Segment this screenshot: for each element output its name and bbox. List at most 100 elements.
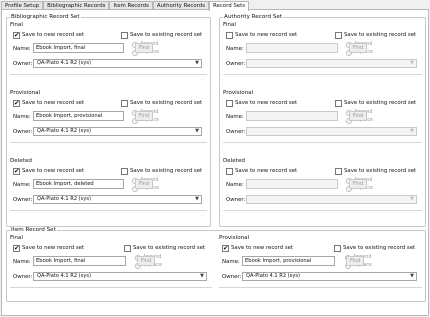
chevron-down-icon: ▼ xyxy=(410,273,414,279)
item-final-owner-value: QA-Plato 4.1 R2 (sys) xyxy=(37,273,91,279)
auth-provisional-name-input[interactable] xyxy=(246,111,338,121)
bib-provisional-divider xyxy=(10,142,207,143)
item-final-owner-select[interactable]: QA-Plato 4.1 R2 (sys) ▼ xyxy=(33,272,207,281)
bib-final-section: Final Save to new record set Save to exi… xyxy=(10,22,207,86)
bib-provisional-name-input[interactable]: Ebook Import, provisional xyxy=(33,111,124,121)
auth-final-name-input[interactable] xyxy=(246,43,338,53)
bib-group-title: Bibliographic Record Set xyxy=(10,14,81,21)
item-provisional-owner-select[interactable]: QA-Plato 4.1 R2 (sys) ▼ xyxy=(242,272,417,281)
bib-provisional-save-existing-label: Save to existing record set xyxy=(130,100,203,106)
item-final-save-existing-checkbox[interactable] xyxy=(124,245,131,252)
chevron-down-icon: ▼ xyxy=(410,60,414,66)
auth-provisional-section: Provisional Save to new record set Save … xyxy=(223,90,422,154)
item-final-owner-label: Owner: xyxy=(13,274,33,280)
item-provisional-name-label: Name: xyxy=(222,259,240,265)
auth-deleted-save-existing-label: Save to existing record set xyxy=(344,168,417,174)
auth-deleted-save-new-label: Save to new record set xyxy=(235,168,298,174)
auth-provisional-save-existing-checkbox[interactable] xyxy=(335,100,342,107)
bib-deleted-name-input[interactable]: Ebook Import, deleted xyxy=(33,179,124,189)
auth-deleted-owner-label: Owner: xyxy=(226,197,246,203)
bib-final-save-new-label: Save to new record set xyxy=(22,32,85,38)
bib-provisional-save-new-checkbox[interactable] xyxy=(13,99,20,107)
auth-provisional-owner-select[interactable]: ▼ xyxy=(246,127,417,136)
auth-provisional-owner-label: Owner: xyxy=(226,129,246,135)
bib-deleted-divider xyxy=(10,210,207,211)
auth-provisional-save-new-label: Save to new record set xyxy=(235,100,298,106)
bib-final-save-new-checkbox[interactable] xyxy=(13,31,20,39)
auth-provisional-title: Provisional xyxy=(223,90,254,96)
item-final-divider xyxy=(10,287,212,288)
bib-deleted-save-new-label: Save to new record set xyxy=(22,168,85,174)
auth-deleted-section: Deleted Save to new record set Save to e… xyxy=(223,158,422,222)
bib-deleted-save-existing-label: Save to existing record set xyxy=(130,168,203,174)
bib-deleted-save-existing-checkbox[interactable] xyxy=(121,168,128,175)
item-provisional-save-new-checkbox[interactable] xyxy=(222,244,229,252)
auth-final-save-new-checkbox[interactable] xyxy=(226,32,233,39)
auth-deleted-owner-select[interactable]: ▼ xyxy=(246,195,417,204)
auth-deleted-save-existing-checkbox[interactable] xyxy=(335,168,342,175)
item-provisional-section: Provisional Save to new record set Save … xyxy=(219,235,422,299)
chevron-down-icon: ▼ xyxy=(410,128,414,134)
auth-provisional-save-existing-label: Save to existing record set xyxy=(344,100,417,106)
item-final-name-label: Name: xyxy=(13,259,31,265)
chevron-down-icon: ▼ xyxy=(410,196,414,202)
auth-group-title: Authority Record Set xyxy=(223,14,283,21)
item-final-section: Final Save to new record set Save to exi… xyxy=(10,235,212,299)
bib-deleted-section: Deleted Save to new record set Save to e… xyxy=(10,158,207,222)
bib-deleted-save-new-checkbox[interactable] xyxy=(13,167,20,175)
auth-final-find-button[interactable]: Find xyxy=(349,43,367,53)
item-final-find-button[interactable]: Find xyxy=(137,256,155,266)
auth-deleted-save-new-checkbox[interactable] xyxy=(226,168,233,175)
item-provisional-find-button[interactable]: Find xyxy=(346,256,364,266)
bib-final-save-existing-label: Save to existing record set xyxy=(130,32,203,38)
bib-final-owner-label: Owner: xyxy=(13,61,33,67)
item-provisional-save-new-label: Save to new record set xyxy=(231,245,294,251)
auth-final-owner-select[interactable]: ▼ xyxy=(246,59,417,68)
item-final-save-existing-label: Save to existing record set xyxy=(133,245,206,251)
item-provisional-title: Provisional xyxy=(219,235,250,241)
chevron-down-icon: ▼ xyxy=(200,273,204,279)
item-final-title: Final xyxy=(10,235,23,241)
auth-provisional-name-label: Name: xyxy=(226,114,244,120)
auth-deleted-divider xyxy=(223,210,422,211)
bib-provisional-owner-label: Owner: xyxy=(13,129,33,135)
bib-deleted-owner-select[interactable]: QA-Plato 4.1 R2 (sys) ▼ xyxy=(33,195,202,204)
bib-final-name-input[interactable]: Ebook Import, final xyxy=(33,43,124,53)
item-provisional-save-existing-label: Save to existing record set xyxy=(343,245,416,251)
bib-provisional-find-button[interactable]: Find xyxy=(135,111,153,121)
item-final-name-input[interactable]: Ebook Import, final xyxy=(33,256,126,266)
auth-deleted-name-label: Name: xyxy=(226,182,244,188)
auth-final-save-existing-label: Save to existing record set xyxy=(344,32,417,38)
record-sets-page: Bibliographic Record Set Final Save to n… xyxy=(1,9,429,316)
bib-provisional-title: Provisional xyxy=(10,90,41,96)
bib-final-save-existing-checkbox[interactable] xyxy=(121,32,128,39)
bib-final-divider xyxy=(10,74,207,75)
auth-final-save-existing-checkbox[interactable] xyxy=(335,32,342,39)
auth-deleted-name-input[interactable] xyxy=(246,179,338,189)
auth-deleted-title: Deleted xyxy=(223,158,245,164)
auth-final-divider xyxy=(223,74,422,75)
bib-deleted-name-label: Name: xyxy=(13,182,31,188)
bib-provisional-owner-select[interactable]: QA-Plato 4.1 R2 (sys) ▼ xyxy=(33,127,202,136)
bib-record-set-group: Bibliographic Record Set Final Save to n… xyxy=(6,14,211,227)
item-provisional-save-existing-checkbox[interactable] xyxy=(334,245,341,252)
bib-deleted-find-button[interactable]: Find xyxy=(135,179,153,189)
item-final-save-new-label: Save to new record set xyxy=(22,245,85,251)
tab-record-sets[interactable]: Record Sets xyxy=(209,1,250,11)
chevron-down-icon: ▼ xyxy=(195,128,199,134)
auth-final-name-label: Name: xyxy=(226,46,244,52)
bib-provisional-save-existing-checkbox[interactable] xyxy=(121,100,128,107)
auth-provisional-find-button[interactable]: Find xyxy=(349,111,367,121)
item-provisional-divider xyxy=(219,287,422,288)
auth-final-owner-label: Owner: xyxy=(226,61,246,67)
item-provisional-name-input[interactable]: Ebook Import, provisional xyxy=(242,256,335,266)
chevron-down-icon: ▼ xyxy=(195,196,199,202)
auth-provisional-save-new-checkbox[interactable] xyxy=(226,100,233,107)
bib-final-find-button[interactable]: Find xyxy=(135,43,153,53)
auth-deleted-find-button[interactable]: Find xyxy=(349,179,367,189)
item-final-save-new-checkbox[interactable] xyxy=(13,244,20,252)
bib-final-owner-select[interactable]: QA-Plato 4.1 R2 (sys) ▼ xyxy=(33,59,202,68)
auth-final-save-new-label: Save to new record set xyxy=(235,32,298,38)
bib-provisional-section: Provisional Save to new record set Save … xyxy=(10,90,207,154)
chevron-down-icon: ▼ xyxy=(195,60,199,66)
